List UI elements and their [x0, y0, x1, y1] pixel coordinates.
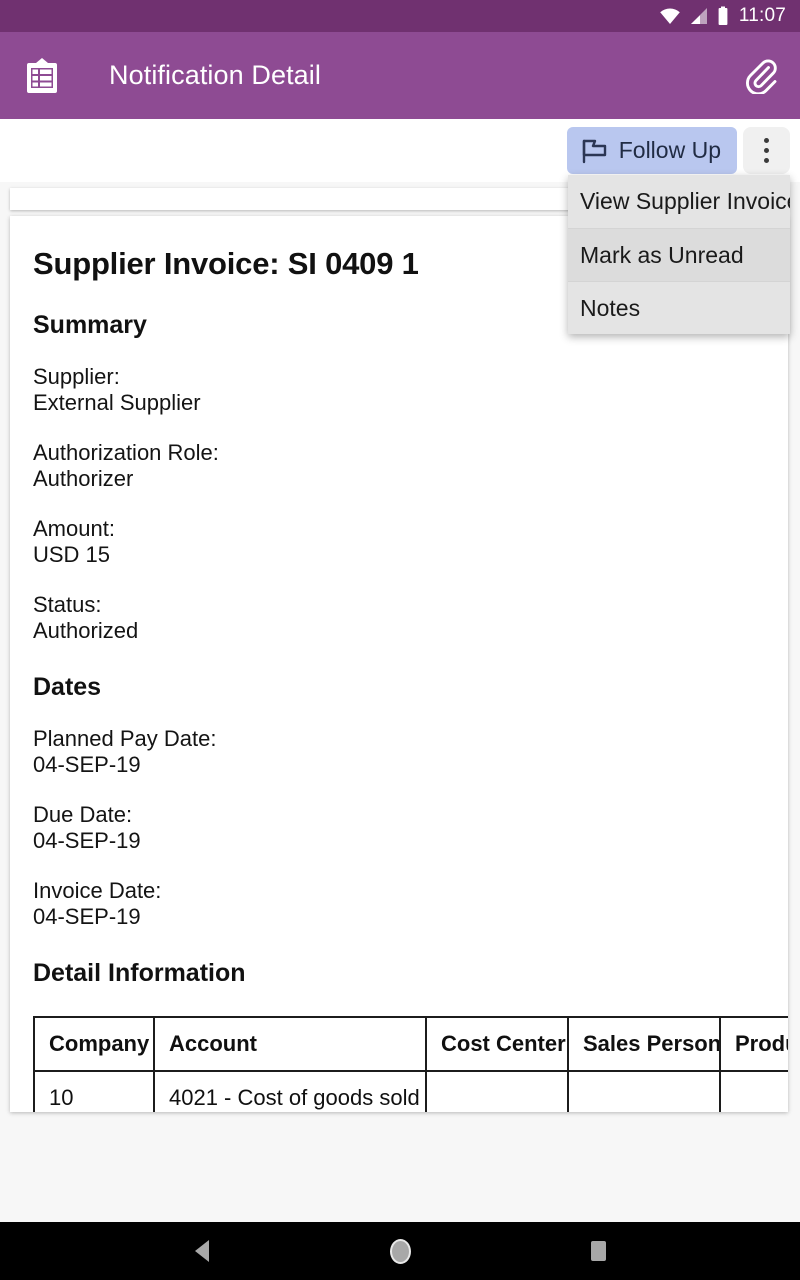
detail-card: Supplier Invoice: SI 0409 1 Summary Supp…: [10, 216, 788, 1112]
field-amount: Amount: USD 15: [33, 516, 788, 568]
status-bar-clock: 11:07: [738, 5, 786, 26]
more-vertical-icon-dot: [764, 158, 769, 163]
follow-up-button[interactable]: Follow Up: [566, 127, 737, 174]
field-planned-pay-date: Planned Pay Date: 04-SEP-19: [33, 726, 788, 778]
overflow-menu-button[interactable]: [743, 127, 790, 174]
home-icon: [389, 1238, 411, 1264]
section-heading-dates: Dates: [33, 673, 102, 701]
nav-recents-button[interactable]: [568, 1222, 628, 1280]
field-value: USD 15: [33, 542, 111, 567]
field-supplier: Supplier: External Supplier: [33, 364, 788, 416]
menu-item-mark-as-unread[interactable]: Mark as Unread: [568, 228, 790, 281]
menu-item-notes[interactable]: Notes: [568, 281, 790, 334]
more-vertical-icon: [764, 138, 769, 143]
table-header-row: Company Account Cost Center Sales Person…: [33, 1016, 788, 1072]
field-invoice-date: Invoice Date: 04-SEP-19: [33, 878, 788, 930]
back-icon: [195, 1240, 209, 1262]
field-value: 04-SEP-19: [33, 904, 141, 929]
field-label: Status:: [33, 592, 102, 617]
field-label: Authorization Role:: [33, 440, 219, 465]
app-bar: Notification Detail: [0, 32, 800, 119]
android-navigation-bar: [0, 1222, 800, 1280]
field-label: Invoice Date:: [33, 878, 162, 903]
table-col-cost-center: Cost Center: [425, 1016, 569, 1072]
field-due-date: Due Date: 04-SEP-19: [33, 802, 788, 854]
table-col-sales-person: Sales Person: [567, 1016, 721, 1072]
flag-icon: [580, 137, 610, 165]
field-label: Supplier:: [33, 364, 120, 389]
follow-up-label: Follow Up: [618, 137, 721, 163]
field-label: Planned Pay Date:: [33, 726, 217, 751]
status-badge: Authorized: [33, 618, 139, 643]
field-authorization-role: Authorization Role: Authorizer: [33, 440, 788, 492]
field-value: 04-SEP-19: [33, 828, 141, 853]
table-col-company: Company: [33, 1016, 155, 1072]
section-heading-detail-information: Detail Information: [33, 959, 246, 987]
field-label: Due Date:: [33, 802, 133, 827]
content-scroll-area[interactable]: Supplier Invoice: SI 0409 1 Summary Supp…: [0, 182, 800, 1222]
attachment-paperclip-icon[interactable]: [744, 58, 778, 94]
battery-icon: [717, 6, 729, 26]
cellular-signal-icon: [689, 7, 709, 25]
nav-back-button[interactable]: [172, 1222, 232, 1280]
overflow-menu[interactable]: View Supplier Invoice Mark as Unread Not…: [568, 175, 790, 334]
action-toolbar: Follow Up: [0, 119, 800, 182]
detail-table-scroll[interactable]: Company Account Cost Center Sales Person…: [33, 1016, 788, 1112]
status-bar: 11:07: [0, 0, 800, 32]
clipboard-list-icon[interactable]: [24, 57, 60, 95]
field-value: External Supplier: [33, 390, 201, 415]
table-col-product: Product: [719, 1016, 788, 1072]
table-cell-product: [719, 1070, 788, 1112]
android-screen: 11:07 Notification Detail Follow Up Supp…: [0, 0, 800, 1280]
field-label: Amount:: [33, 516, 115, 541]
more-vertical-icon-dot: [764, 148, 769, 153]
field-value: 04-SEP-19: [33, 752, 141, 777]
detail-table: Company Account Cost Center Sales Person…: [33, 1016, 788, 1112]
page-title: Notification Detail: [109, 60, 321, 90]
table-cell-cost-center: [425, 1070, 569, 1112]
recents-icon: [590, 1241, 606, 1261]
field-status: Status: Authorized: [33, 592, 788, 644]
table-cell-company: 10: [33, 1070, 155, 1112]
menu-item-view-supplier-invoice[interactable]: View Supplier Invoice: [568, 175, 790, 228]
table-col-account: Account: [153, 1016, 427, 1072]
nav-home-button[interactable]: [370, 1222, 430, 1280]
wifi-icon: [659, 7, 681, 25]
field-value: Authorizer: [33, 466, 134, 491]
table-cell-account: 4021 - Cost of goods sold: [153, 1070, 427, 1112]
table-cell-sales-person: [567, 1070, 721, 1112]
table-row[interactable]: 10 4021 - Cost of goods sold: [33, 1070, 788, 1112]
